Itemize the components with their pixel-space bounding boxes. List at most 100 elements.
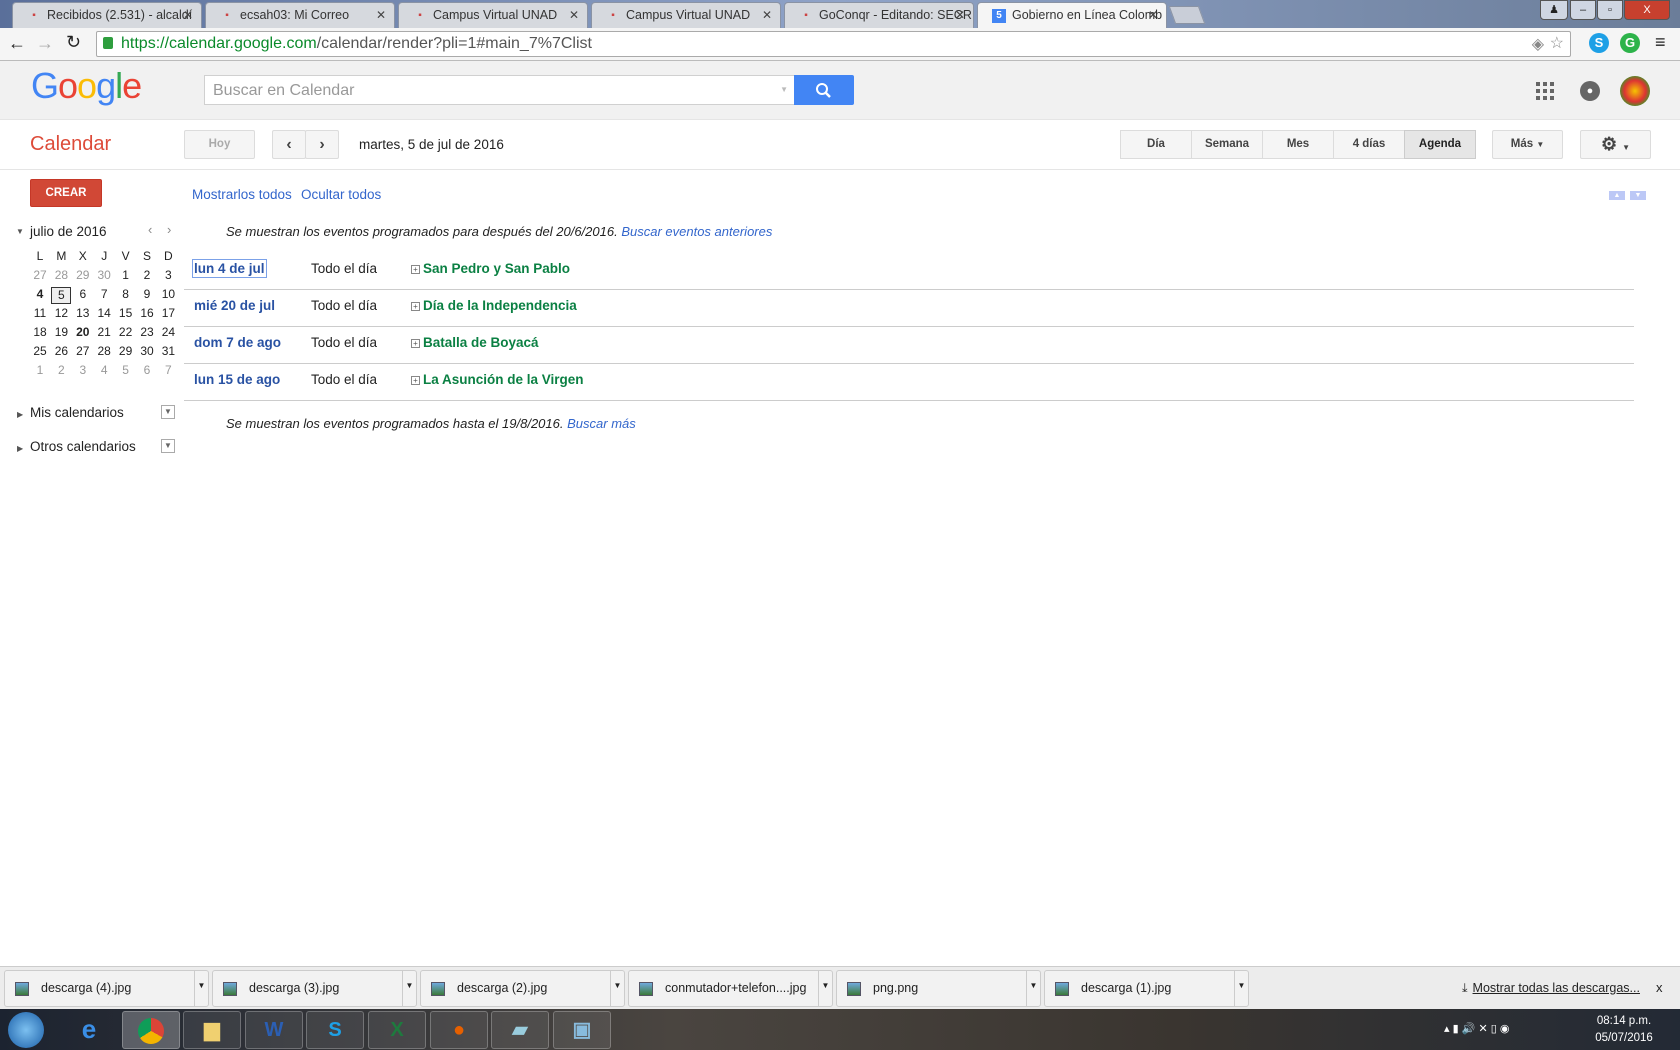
download-item[interactable]: descarga (2).jpg ▼ [420, 970, 625, 1007]
photo-viewer-icon[interactable]: ▣ [553, 1011, 611, 1049]
mini-day[interactable]: 9 [137, 287, 157, 301]
mini-day[interactable]: 21 [94, 325, 114, 339]
mini-day[interactable]: 4 [94, 363, 114, 377]
mini-day[interactable]: 2 [137, 268, 157, 282]
more-button[interactable]: Más ▼ [1492, 130, 1563, 159]
event-title[interactable]: + Batalla de Boyacá [411, 335, 539, 350]
download-item[interactable]: descarga (4).jpg ▼ [4, 970, 209, 1007]
show-all-link[interactable]: Mostrarlos todos [192, 187, 292, 202]
minimize-button[interactable]: – [1570, 0, 1596, 20]
back-icon[interactable]: ← [8, 33, 26, 54]
mini-day[interactable]: 15 [116, 306, 136, 320]
next-period-button[interactable]: › [305, 130, 339, 159]
close-tab-icon[interactable]: ✕ [183, 8, 193, 22]
browser-tab[interactable]: ▪ Campus Virtual UNAD ✕ [398, 2, 588, 28]
mini-day[interactable]: 27 [30, 268, 50, 282]
mini-prev-month-icon[interactable]: ‹ [148, 222, 152, 237]
mini-day[interactable]: 14 [94, 306, 114, 320]
expand-plus-icon[interactable]: + [411, 339, 420, 348]
mini-day[interactable]: 26 [51, 344, 71, 358]
search-input[interactable]: Buscar en Calendar ▼ [204, 75, 795, 105]
notifications-bell-icon[interactable]: ● [1580, 81, 1600, 101]
expand-triangle-icon[interactable]: ▶ [17, 410, 23, 419]
other-calendars-menu-button[interactable]: ▼ [161, 439, 175, 453]
mini-day[interactable]: 27 [73, 344, 93, 358]
mini-day[interactable]: 23 [137, 325, 157, 339]
mini-day[interactable]: 30 [94, 268, 114, 282]
word-icon[interactable]: W [245, 1011, 303, 1049]
browser-tab[interactable]: ▪ ecsah03: Mi Correo ✕ [205, 2, 395, 28]
download-menu-chevron-icon[interactable]: ▼ [818, 971, 832, 1006]
download-item[interactable]: conmutador+telefon....jpg ▼ [628, 970, 833, 1007]
prev-period-button[interactable]: ‹ [272, 130, 306, 159]
other-calendars-toggle[interactable]: Otros calendarios [30, 439, 136, 454]
bookmark-star-icon[interactable]: ☆ [1550, 33, 1564, 53]
excel-icon[interactable]: X [368, 1011, 426, 1049]
new-tab-button[interactable] [1168, 6, 1206, 24]
mini-day[interactable]: 20 [73, 325, 93, 339]
mini-day[interactable]: 4 [30, 287, 50, 301]
view-button-4-días[interactable]: 4 días [1333, 130, 1405, 159]
mini-day[interactable]: 8 [116, 287, 136, 301]
mini-day[interactable]: 25 [30, 344, 50, 358]
reload-icon[interactable]: ↻ [66, 32, 81, 53]
extension-icon[interactable]: ◈ [1532, 34, 1544, 54]
download-item[interactable]: descarga (1).jpg ▼ [1044, 970, 1249, 1007]
close-tab-icon[interactable]: ✕ [955, 8, 965, 22]
scroll-down-button[interactable]: ▼ [1630, 191, 1646, 200]
browser-tab[interactable]: ▪ Recibidos (2.531) - alcaldí ✕ [12, 2, 202, 28]
event-date-link[interactable]: mié 20 de jul [194, 298, 275, 313]
apps-grid-icon[interactable] [1536, 82, 1554, 100]
chrome-icon[interactable] [122, 1011, 180, 1049]
mini-day[interactable]: 18 [30, 325, 50, 339]
address-bar[interactable]: https://calendar.google.com/calendar/ren… [96, 31, 1571, 57]
forward-icon[interactable]: → [36, 33, 54, 54]
download-item[interactable]: descarga (3).jpg ▼ [212, 970, 417, 1007]
mini-day[interactable]: 1 [30, 363, 50, 377]
expand-plus-icon[interactable]: + [411, 302, 420, 311]
mini-day[interactable]: 30 [137, 344, 157, 358]
close-tab-icon[interactable]: ✕ [376, 8, 386, 22]
settings-button[interactable]: ⚙ ▼ [1580, 130, 1651, 159]
collapse-triangle-icon[interactable]: ▼ [16, 227, 24, 236]
event-title[interactable]: + La Asunción de la Virgen [411, 372, 584, 387]
mini-day[interactable]: 7 [158, 363, 178, 377]
mini-day[interactable]: 19 [51, 325, 71, 339]
mini-day[interactable]: 31 [158, 344, 178, 358]
expand-plus-icon[interactable]: + [411, 376, 420, 385]
mini-day[interactable]: 2 [51, 363, 71, 377]
close-window-button[interactable]: X [1624, 0, 1670, 20]
mini-day[interactable]: 6 [137, 363, 157, 377]
start-button[interactable] [8, 1012, 44, 1048]
mini-day[interactable]: 29 [116, 344, 136, 358]
show-all-downloads-link[interactable]: ⤓ Mostrar todas las descargas... [1462, 981, 1640, 996]
expand-triangle-icon[interactable]: ▶ [17, 444, 23, 453]
internet-explorer-icon[interactable]: e [60, 1011, 118, 1049]
mini-day[interactable]: 22 [116, 325, 136, 339]
my-calendars-menu-button[interactable]: ▼ [161, 405, 175, 419]
mini-day[interactable]: 7 [94, 287, 114, 301]
hide-all-link[interactable]: Ocultar todos [301, 187, 381, 202]
view-button-mes[interactable]: Mes [1262, 130, 1334, 159]
clock-date[interactable]: 05/07/2016 [1594, 1032, 1654, 1044]
browser-tab[interactable]: 5 Gobierno en Línea Colomb ✕ [977, 2, 1167, 28]
close-tab-icon[interactable]: ✕ [569, 8, 579, 22]
browser-tab[interactable]: ▪ GoConqr - Editando: SECR ✕ [784, 2, 974, 28]
event-title[interactable]: + Día de la Independencia [411, 298, 577, 313]
mini-day[interactable]: 28 [94, 344, 114, 358]
mini-day-today[interactable]: 5 [51, 287, 72, 304]
skype-extension-icon[interactable]: S [1589, 33, 1609, 53]
download-menu-chevron-icon[interactable]: ▼ [402, 971, 416, 1006]
google-logo[interactable]: Google [31, 65, 142, 107]
mini-day[interactable]: 3 [73, 363, 93, 377]
mini-day[interactable]: 11 [30, 306, 50, 320]
close-downloads-button[interactable]: x [1656, 980, 1663, 995]
mini-day[interactable]: 29 [73, 268, 93, 282]
view-button-agenda[interactable]: Agenda [1404, 130, 1476, 159]
close-tab-icon[interactable]: ✕ [762, 8, 772, 22]
create-button[interactable]: CREAR [30, 179, 102, 207]
maximize-button[interactable]: ▫ [1597, 0, 1623, 20]
mini-day[interactable]: 13 [73, 306, 93, 320]
download-menu-chevron-icon[interactable]: ▼ [1234, 971, 1248, 1006]
download-menu-chevron-icon[interactable]: ▼ [610, 971, 624, 1006]
